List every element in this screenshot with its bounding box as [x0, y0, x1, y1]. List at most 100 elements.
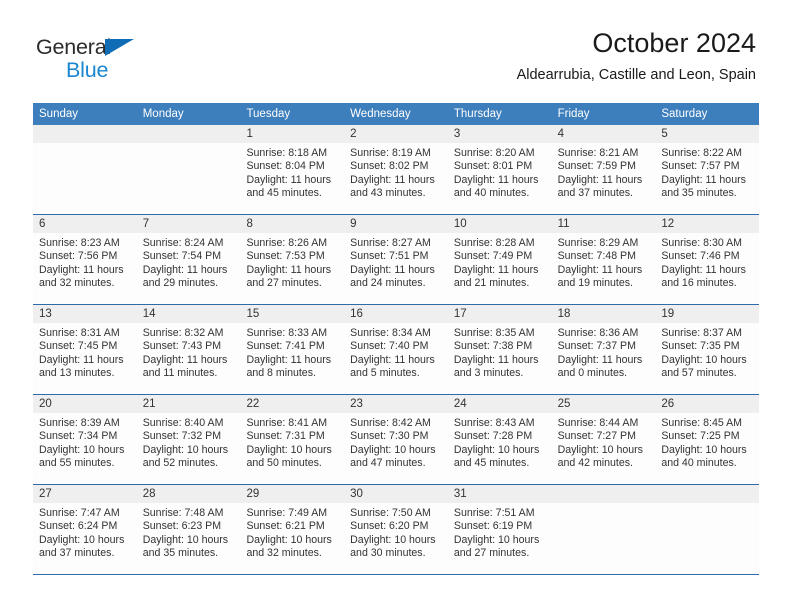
day-number: 5 — [655, 125, 760, 143]
sunrise-time: Sunrise: 8:32 AM — [142, 327, 224, 339]
day-number: 21 — [136, 395, 241, 413]
day-cell[interactable]: 26 Sunrise: 8:45 AM Sunset: 7:25 PM Dayligh… — [655, 395, 760, 484]
day-cell[interactable]: 1 Sunrise: 8:18 AM Sunset: 8:04 PM Daylight… — [240, 125, 345, 214]
day-number: 19 — [655, 305, 760, 323]
day-cell[interactable]: 25 Sunrise: 8:44 AM Sunset: 7:27 PM Dayligh… — [551, 395, 656, 484]
daylight-duration-line2: and 16 minutes. — [661, 277, 737, 290]
day-cell[interactable]: 6 Sunrise: 8:23 AM Sunset: 7:56 PM Daylight… — [33, 215, 137, 304]
sunrise-time: Sunrise: 8:21 AM — [557, 147, 639, 159]
day-cell[interactable]: 9 Sunrise: 8:27 AM Sunset: 7:51 PM Daylight… — [344, 215, 448, 304]
sunrise-time: Sunrise: 8:43 AM — [453, 417, 535, 429]
day-number: 15 — [240, 305, 345, 323]
daylight-duration-line2: and 55 minutes. — [39, 457, 115, 470]
day-cell[interactable]: 14 Sunrise: 8:32 AM Sunset: 7:43 PM Dayligh… — [136, 305, 241, 394]
day-cell[interactable]: 10 Sunrise: 8:28 AM Sunset: 7:49 PM Dayligh… — [447, 215, 552, 304]
daylight-duration-line2: and 52 minutes. — [142, 457, 219, 470]
day-number: 22 — [240, 395, 345, 413]
day-cell[interactable]: 22 Sunrise: 8:41 AM Sunset: 7:31 PM Dayligh… — [240, 395, 345, 484]
daylight-duration-line2: and 47 minutes. — [350, 457, 426, 470]
day-number: 4 — [551, 125, 656, 143]
sunrise-time: Sunrise: 7:50 AM — [350, 507, 431, 519]
sunset-time: Sunset: 6:23 PM — [142, 520, 222, 533]
day-cell[interactable]: 28 Sunrise: 7:48 AM Sunset: 6:23 PM Dayligh… — [136, 485, 241, 574]
day-number: 16 — [344, 305, 448, 323]
day-sun-info: Sunrise: 8:31 AM Sunset: 7:45 PM Daylight:… — [33, 323, 137, 381]
daylight-duration-line1: Daylight: 11 hours — [453, 353, 539, 366]
sunrise-time: Sunrise: 8:41 AM — [246, 417, 328, 429]
day-sun-info: Sunrise: 8:22 AM Sunset: 7:57 PM Daylight:… — [655, 143, 759, 201]
day-number: 3 — [447, 125, 552, 143]
day-cell[interactable]: 17 Sunrise: 8:35 AM Sunset: 7:38 PM Dayligh… — [447, 305, 552, 394]
day-cell[interactable]: 18 Sunrise: 8:36 AM Sunset: 7:37 PM Dayligh… — [551, 305, 656, 394]
daylight-duration-line2: and 42 minutes. — [557, 457, 633, 470]
day-sun-info: Sunrise: 8:39 AM Sunset: 7:34 PM Daylight:… — [33, 413, 137, 471]
sunset-time: Sunset: 7:25 PM — [661, 430, 740, 443]
day-cell[interactable]: 7 Sunrise: 8:24 AM Sunset: 7:54 PM Daylight… — [136, 215, 241, 304]
day-cell[interactable]: 29 Sunrise: 7:49 AM Sunset: 6:21 PM Dayligh… — [240, 485, 345, 574]
daylight-duration-line1: Daylight: 10 hours — [246, 443, 332, 456]
day-number: 1 — [240, 125, 345, 143]
day-sun-info: Sunrise: 8:18 AM Sunset: 8:04 PM Daylight:… — [240, 143, 344, 201]
day-sun-info: Sunrise: 8:29 AM Sunset: 7:48 PM Daylight:… — [552, 233, 656, 291]
day-cell[interactable]: 4 Sunrise: 8:21 AM Sunset: 7:59 PM Daylight… — [551, 125, 656, 214]
sunset-time: Sunset: 7:49 PM — [453, 250, 533, 263]
day-number: 6 — [33, 215, 137, 233]
day-cell[interactable]: 5 Sunrise: 8:22 AM Sunset: 7:57 PM Daylight… — [655, 125, 760, 214]
sunset-time: Sunset: 7:57 PM — [661, 160, 740, 173]
calendar-week-row: 20 Sunrise: 8:39 AM Sunset: 7:34 PM Dayligh… — [33, 395, 760, 485]
sunset-time: Sunset: 7:43 PM — [142, 340, 222, 353]
day-cell[interactable]: 12 Sunrise: 8:30 AM Sunset: 7:46 PM Dayligh… — [655, 215, 760, 304]
day-cell[interactable]: 8 Sunrise: 8:26 AM Sunset: 7:53 PM Daylight… — [240, 215, 345, 304]
day-cell[interactable]: 30 Sunrise: 7:50 AM Sunset: 6:20 PM Dayligh… — [344, 485, 448, 574]
daylight-duration-line2: and 40 minutes. — [661, 457, 737, 470]
day-number: 25 — [551, 395, 656, 413]
day-sun-info: Sunrise: 8:20 AM Sunset: 8:01 PM Daylight:… — [448, 143, 552, 201]
day-cell[interactable]: 24 Sunrise: 8:43 AM Sunset: 7:28 PM Dayligh… — [447, 395, 552, 484]
day-number: 30 — [344, 485, 448, 503]
day-cell[interactable]: 2 Sunrise: 8:19 AM Sunset: 8:02 PM Daylight… — [344, 125, 448, 214]
day-cell[interactable]: 3 Sunrise: 8:20 AM Sunset: 8:01 PM Daylight… — [447, 125, 552, 214]
day-number: 31 — [447, 485, 552, 503]
daylight-duration-line1: Daylight: 10 hours — [39, 533, 125, 546]
daylight-duration-line2: and 24 minutes. — [350, 277, 426, 290]
sunset-time: Sunset: 7:37 PM — [557, 340, 636, 353]
day-number: 12 — [655, 215, 760, 233]
daylight-duration-line2: and 0 minutes. — [557, 367, 628, 380]
day-cell[interactable]: 11 Sunrise: 8:29 AM Sunset: 7:48 PM Dayligh… — [551, 215, 656, 304]
daylight-duration-line1: Daylight: 10 hours — [350, 443, 436, 456]
daylight-duration-line2: and 3 minutes. — [453, 367, 524, 380]
weekday-monday: Monday — [142, 108, 184, 120]
sunset-time: Sunset: 7:34 PM — [39, 430, 118, 443]
daylight-duration-line2: and 5 minutes. — [350, 367, 420, 380]
day-cell[interactable]: 23 Sunrise: 8:42 AM Sunset: 7:30 PM Dayligh… — [344, 395, 448, 484]
daylight-duration-line2: and 43 minutes. — [350, 187, 426, 200]
day-sun-info: Sunrise: 8:40 AM Sunset: 7:32 PM Daylight:… — [137, 413, 241, 471]
day-number: 24 — [447, 395, 552, 413]
daylight-duration-line1: Daylight: 11 hours — [350, 263, 435, 276]
day-cell[interactable]: 16 Sunrise: 8:34 AM Sunset: 7:40 PM Dayligh… — [344, 305, 448, 394]
sunset-time: Sunset: 7:46 PM — [661, 250, 740, 263]
day-cell[interactable]: 15 Sunrise: 8:33 AM Sunset: 7:41 PM Dayligh… — [240, 305, 345, 394]
generalblue-logo[interactable]: General Blue — [36, 36, 216, 84]
day-number: 20 — [33, 395, 137, 413]
daylight-duration-line2: and 37 minutes. — [39, 547, 115, 560]
day-sun-info: Sunrise: 8:24 AM Sunset: 7:54 PM Daylight:… — [137, 233, 241, 291]
day-sun-info: Sunrise: 7:51 AM Sunset: 6:19 PM Daylight:… — [448, 503, 552, 561]
daylight-duration-line1: Daylight: 11 hours — [661, 173, 746, 186]
sunset-time: Sunset: 8:01 PM — [453, 160, 533, 173]
day-cell[interactable]: 13 Sunrise: 8:31 AM Sunset: 7:45 PM Dayligh… — [33, 305, 137, 394]
day-cell[interactable]: 21 Sunrise: 8:40 AM Sunset: 7:32 PM Dayligh… — [136, 395, 241, 484]
day-cell[interactable]: 31 Sunrise: 7:51 AM Sunset: 6:19 PM Dayligh… — [447, 485, 552, 574]
sunset-time: Sunset: 6:21 PM — [246, 520, 325, 533]
day-cell[interactable]: 27 Sunrise: 7:47 AM Sunset: 6:24 PM Dayligh… — [33, 485, 137, 574]
logo-triangle-icon — [105, 39, 134, 56]
day-number: 17 — [447, 305, 552, 323]
page-header: General Blue October 2024 Aldearrubia, C… — [0, 0, 792, 83]
sunrise-time: Sunrise: 8:19 AM — [350, 147, 431, 159]
daylight-duration-line1: Daylight: 11 hours — [246, 173, 332, 186]
daylight-duration-line1: Daylight: 10 hours — [350, 533, 436, 546]
sunset-time: Sunset: 7:40 PM — [350, 340, 429, 353]
day-cell[interactable]: 19 Sunrise: 8:37 AM Sunset: 7:35 PM Dayligh… — [655, 305, 760, 394]
sunrise-time: Sunrise: 8:39 AM — [39, 417, 120, 429]
day-cell[interactable]: 20 Sunrise: 8:39 AM Sunset: 7:34 PM Dayligh… — [33, 395, 137, 484]
